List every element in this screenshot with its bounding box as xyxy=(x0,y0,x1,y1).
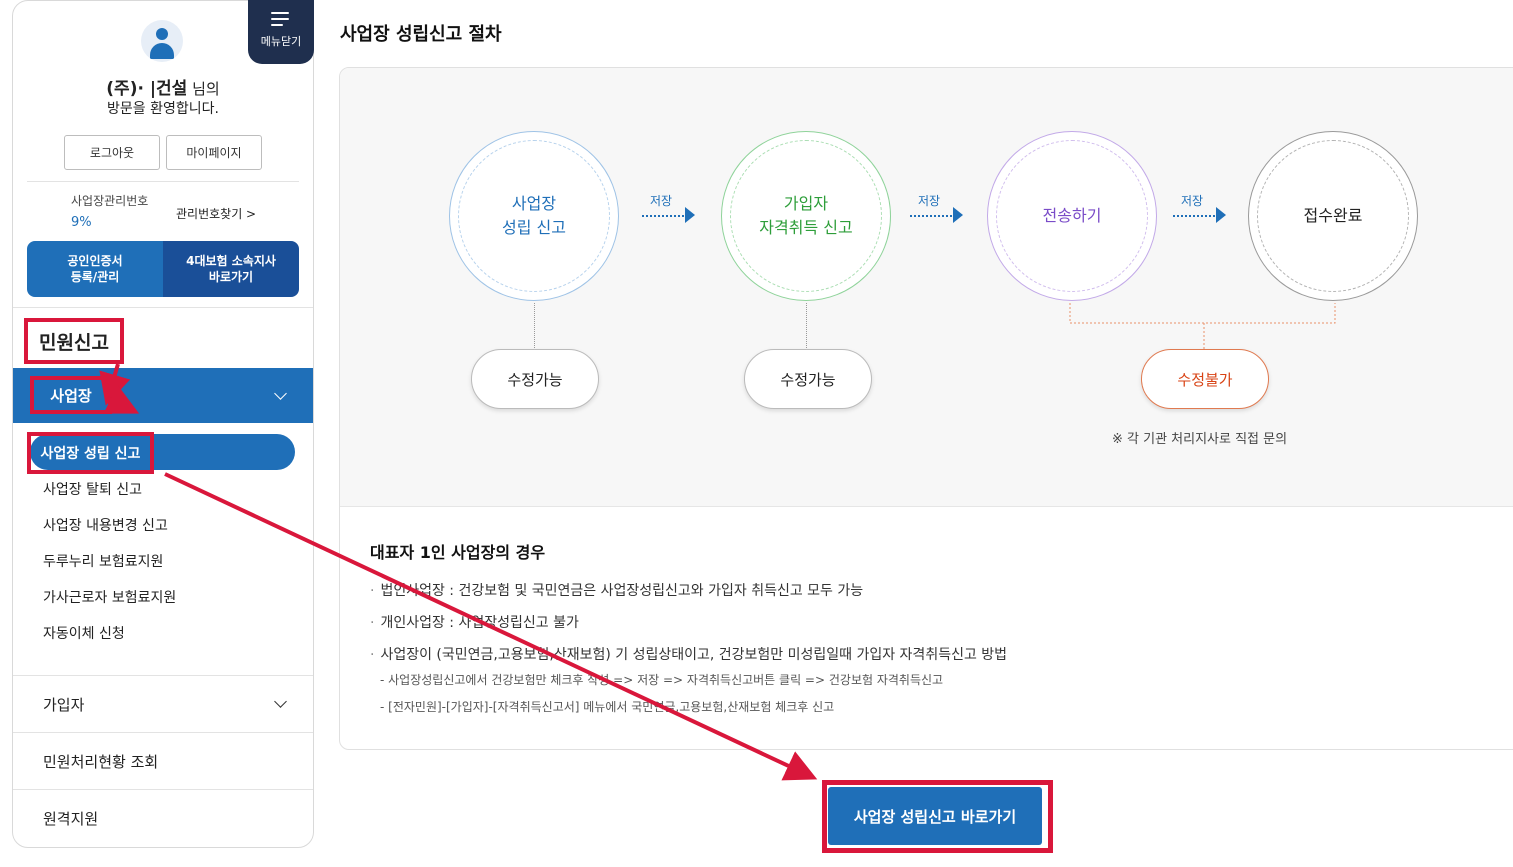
cert-management-button[interactable]: 공인인증서 등록/관리 xyxy=(27,241,163,297)
bullet-item: 법인사업장 : 건강보험 및 국민연금은 사업장성립신고와 가입자 취득신고 모… xyxy=(370,580,863,600)
step-member-acquire: 가입자 자격취득 신고 xyxy=(721,131,891,301)
quick-links: 공인인증서 등록/관리 4대보험 소속지사 바로가기 xyxy=(27,241,299,297)
step-send: 전송하기 xyxy=(987,131,1157,301)
save-label: 저장 xyxy=(918,194,941,208)
arrow-dots xyxy=(1173,215,1215,217)
arrow-right-icon xyxy=(1216,207,1226,223)
not-editable-badge: 수정불가 xyxy=(1141,349,1269,409)
mypage-button[interactable]: 마이페이지 xyxy=(166,135,262,170)
welcome-name: (주)· |건설 님의 xyxy=(12,74,314,99)
sub-item-business-establish[interactable]: 사업장 성립 신고 xyxy=(27,432,154,474)
sub-item-domestic-worker[interactable]: 가사근로자 보험료지원 xyxy=(43,587,176,607)
editable-badge: 수정가능 xyxy=(744,349,872,409)
sub-item-durunuri[interactable]: 두루누리 보험료지원 xyxy=(43,551,163,571)
sub-line: - [전자민원]-[가입자]-[자격취득신고서] 메뉴에서 국민연금,고용보험,… xyxy=(380,700,835,714)
arrow-right-icon xyxy=(953,207,963,223)
nav-remote-support[interactable]: 원격지원 xyxy=(43,808,98,829)
sub-item-auto-transfer[interactable]: 자동이체 신청 xyxy=(43,623,125,643)
sub-item-business-withdraw[interactable]: 사업장 탈퇴 신고 xyxy=(43,479,142,499)
arrow-dots xyxy=(910,215,952,217)
mgmt-number-label: 사업장관리번호 xyxy=(71,194,149,208)
step-business-establish: 사업장 성립 신고 xyxy=(449,131,619,301)
company-name: (주)· |건설 xyxy=(106,79,188,99)
go-establish-button[interactable]: 사업장 성립신고 바로가기 xyxy=(828,787,1042,845)
welcome-suffix: 님의 xyxy=(192,80,220,98)
menu-close-button[interactable]: 메뉴닫기 xyxy=(248,0,314,64)
section-title-minwon: 민원신고 xyxy=(24,318,124,364)
menu-icon xyxy=(271,12,291,28)
arrow-dots xyxy=(642,215,684,217)
bullet-item: 사업장이 (국민연금,고용보험,산재보험) 기 성립상태이고, 건강보험만 미성… xyxy=(370,644,1007,664)
section-title-single-rep: 대표자 1인 사업장의 경우 xyxy=(370,543,546,562)
notice-text: ※ 각 기관 처리지사로 직접 문의 xyxy=(1112,432,1288,447)
nav-member[interactable]: 가입자 xyxy=(43,694,84,715)
editable-badge: 수정가능 xyxy=(471,349,599,409)
arrow-right-icon xyxy=(685,207,695,223)
nav-divider xyxy=(13,789,313,790)
avatar-icon xyxy=(141,20,183,62)
branch-shortcut-button[interactable]: 4대보험 소속지사 바로가기 xyxy=(163,241,299,297)
nav-business-label: 사업장 xyxy=(30,376,112,414)
nav-divider xyxy=(13,675,313,676)
bullet-item: 개인사업장 : 사업장성립신고 불가 xyxy=(370,612,578,632)
sub-line: - 사업장성립신고에서 건강보험만 체크후 작성 => 저장 => 자격취득신고… xyxy=(380,673,944,687)
mgmt-number-value: 9% xyxy=(71,215,92,230)
section-divider xyxy=(13,307,313,308)
divider xyxy=(27,181,299,182)
nav-status-inquiry[interactable]: 민원처리현황 조회 xyxy=(43,751,158,772)
sub-item-business-change[interactable]: 사업장 내용변경 신고 xyxy=(43,515,168,535)
logout-button[interactable]: 로그아웃 xyxy=(64,135,160,170)
page-title: 사업장 성립신고 절차 xyxy=(340,24,502,45)
sidebar xyxy=(12,0,314,848)
menu-close-label: 메뉴닫기 xyxy=(260,35,302,48)
nav-divider xyxy=(13,732,313,733)
save-label: 저장 xyxy=(650,194,673,208)
connector-line xyxy=(534,303,535,350)
connector-line xyxy=(806,303,807,350)
save-label: 저장 xyxy=(1181,194,1204,208)
find-mgmt-number-link[interactable]: 관리번호찾기 > xyxy=(176,205,256,222)
step-complete: 접수완료 xyxy=(1248,131,1418,301)
welcome-message: 방문을 환영합니다. xyxy=(107,101,219,117)
